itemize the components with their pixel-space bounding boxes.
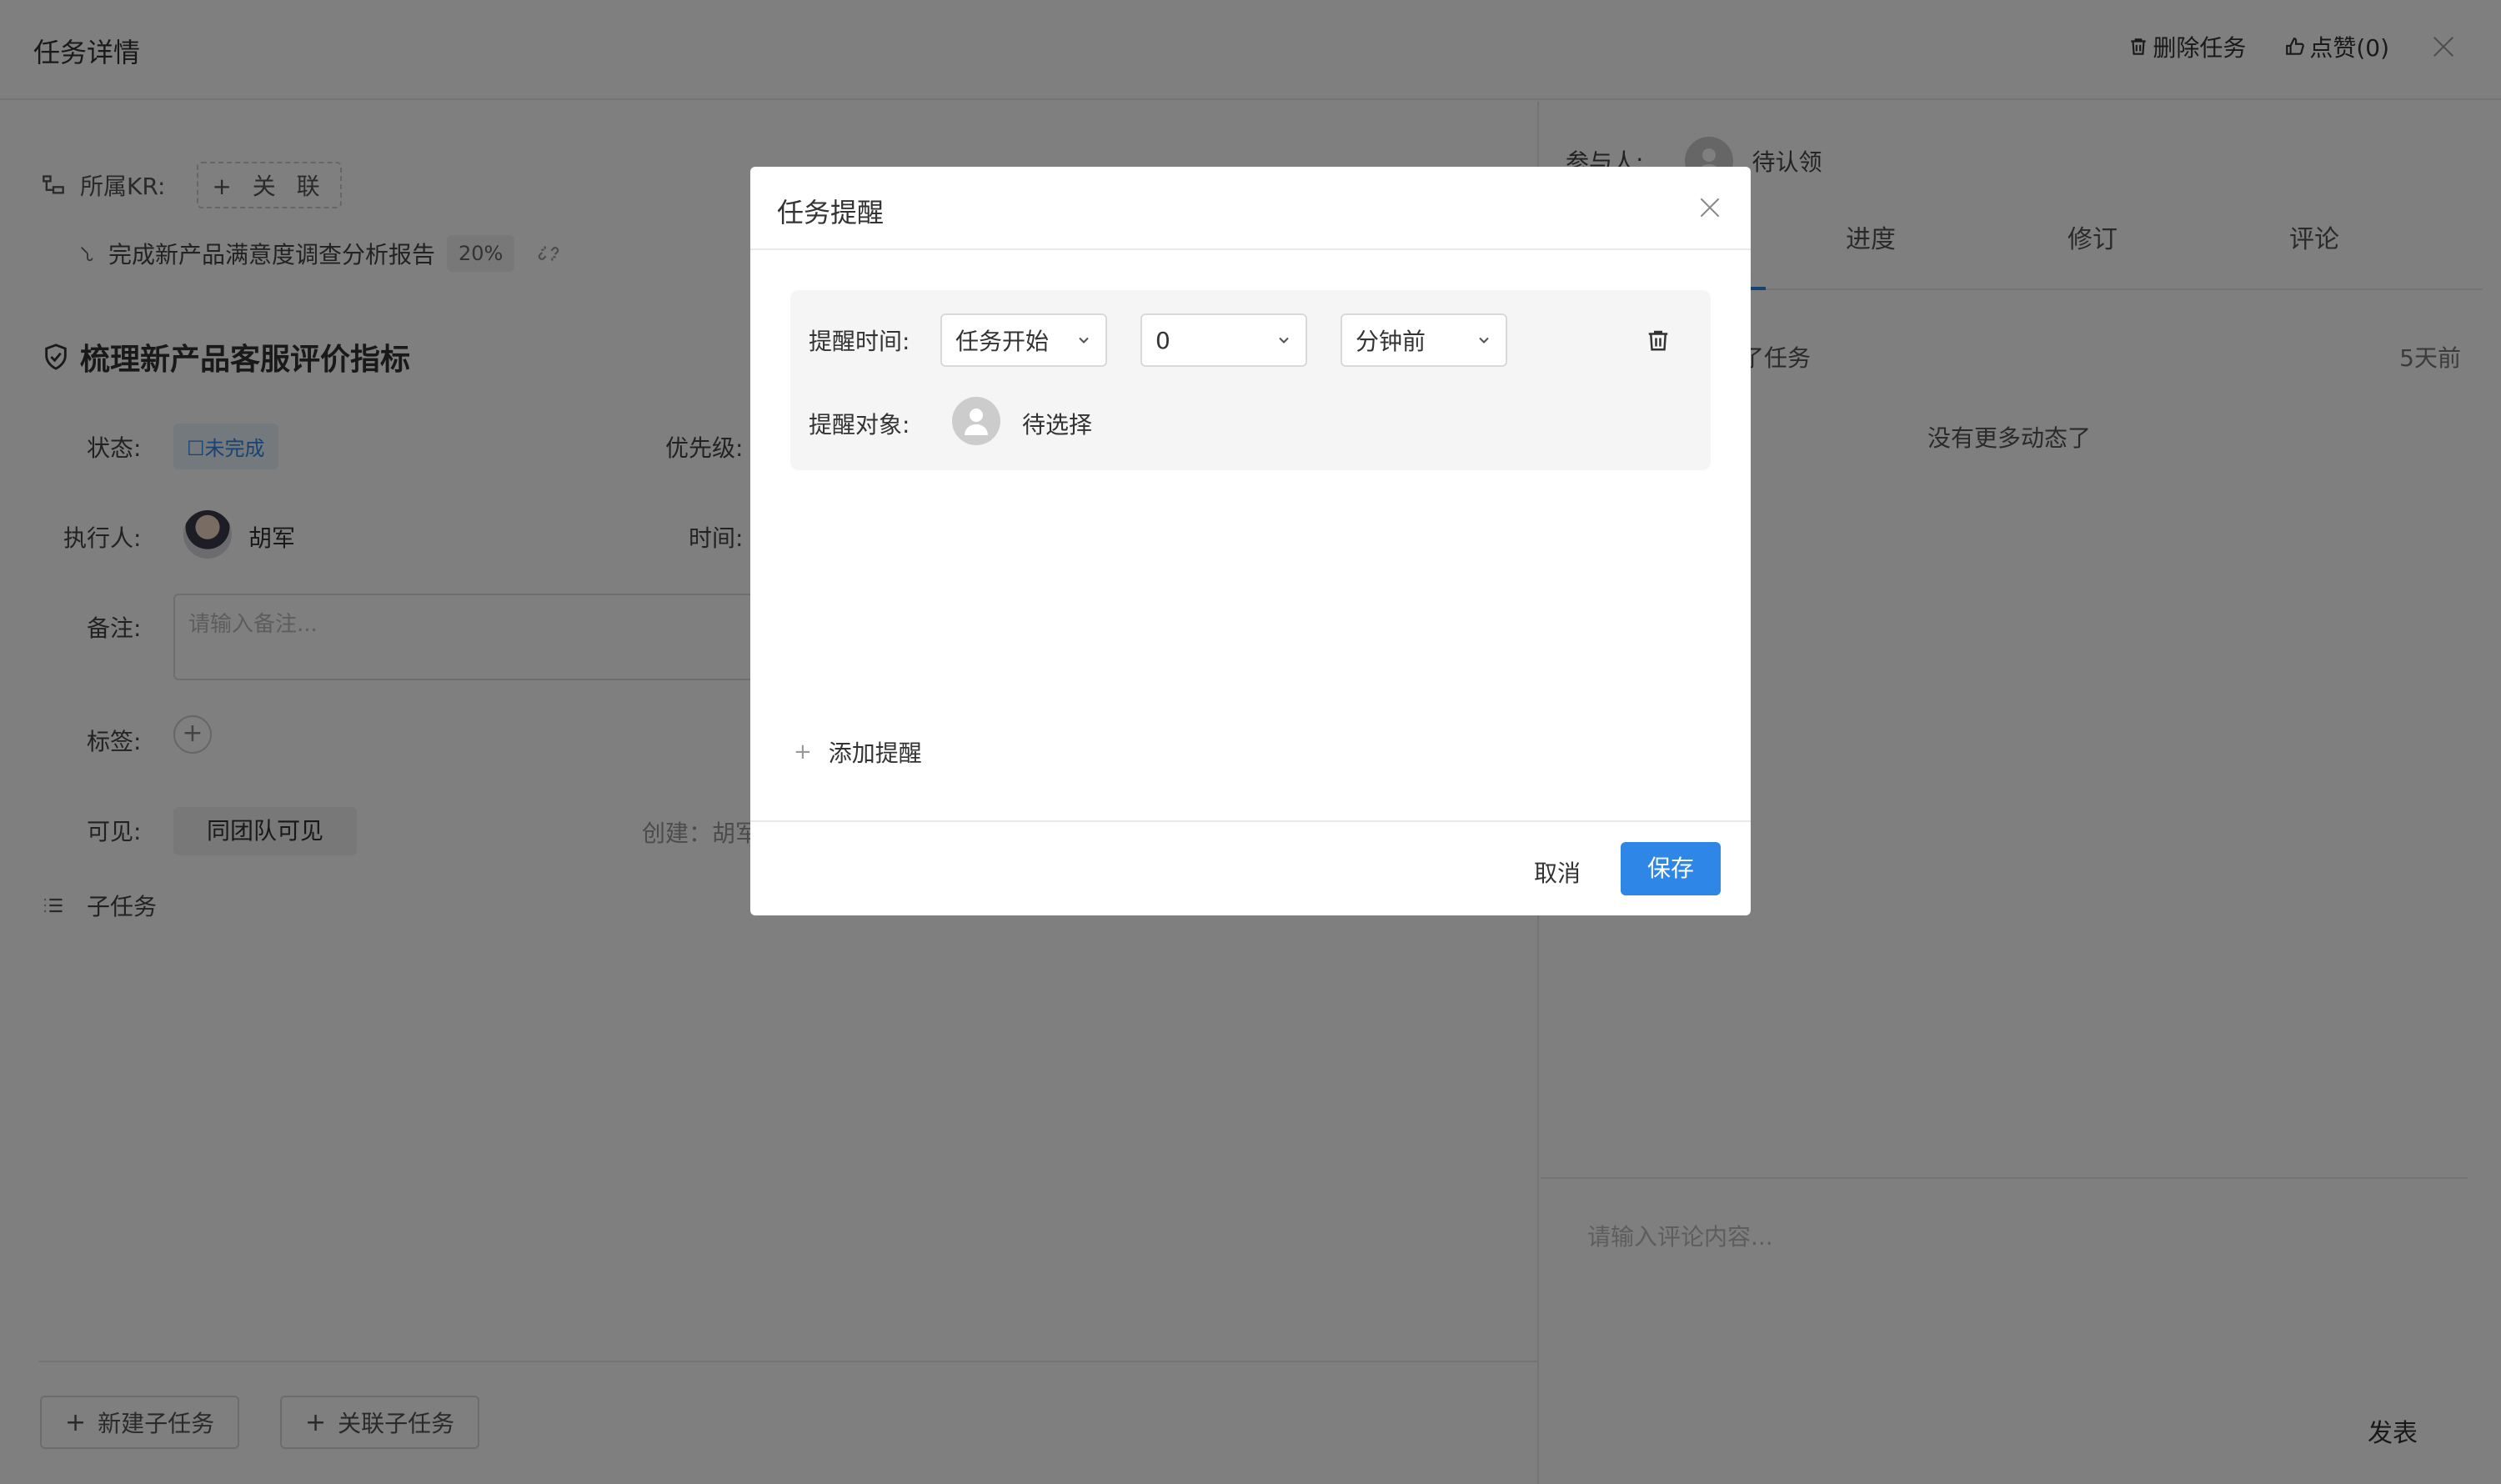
remind-amount-select[interactable]: 0 bbox=[1140, 313, 1307, 367]
remind-time-label: 提醒时间: bbox=[809, 328, 910, 355]
chevron-down-icon bbox=[1279, 337, 1289, 343]
remind-unit-value: 分钟前 bbox=[1356, 328, 1426, 355]
chevron-down-icon bbox=[1079, 337, 1089, 343]
dialog-header: 任务提醒 bbox=[750, 167, 1751, 250]
avatar[interactable] bbox=[952, 397, 1000, 445]
reminder-card: 提醒时间: 任务开始 0 分钟前 提醒对象: 待选择 bbox=[790, 290, 1711, 470]
remind-base-value: 任务开始 bbox=[955, 328, 1050, 355]
save-button[interactable]: 保存 bbox=[1621, 842, 1721, 895]
remind-base-select[interactable]: 任务开始 bbox=[940, 313, 1107, 367]
remind-amount-value: 0 bbox=[1155, 326, 1170, 354]
cancel-button[interactable]: 取消 bbox=[1534, 855, 1581, 889]
reminder-dialog: 任务提醒 提醒时间: 任务开始 0 分钟前 提醒对象: 待选择 + 添加提醒 取… bbox=[750, 167, 1751, 915]
trash-icon[interactable] bbox=[1646, 327, 1671, 353]
plus-icon: + bbox=[794, 739, 812, 765]
dialog-footer: 取消 保存 bbox=[750, 820, 1751, 915]
chevron-down-icon bbox=[1479, 337, 1489, 343]
add-reminder-label: 添加提醒 bbox=[828, 739, 922, 767]
dialog-title: 任务提醒 bbox=[777, 197, 885, 228]
remind-target-label: 提醒对象: bbox=[809, 411, 910, 439]
remind-unit-select[interactable]: 分钟前 bbox=[1341, 313, 1507, 367]
remind-target-value[interactable]: 待选择 bbox=[1022, 407, 1092, 440]
close-icon[interactable] bbox=[1696, 193, 1724, 222]
add-reminder-button[interactable]: + 添加提醒 bbox=[794, 735, 922, 769]
